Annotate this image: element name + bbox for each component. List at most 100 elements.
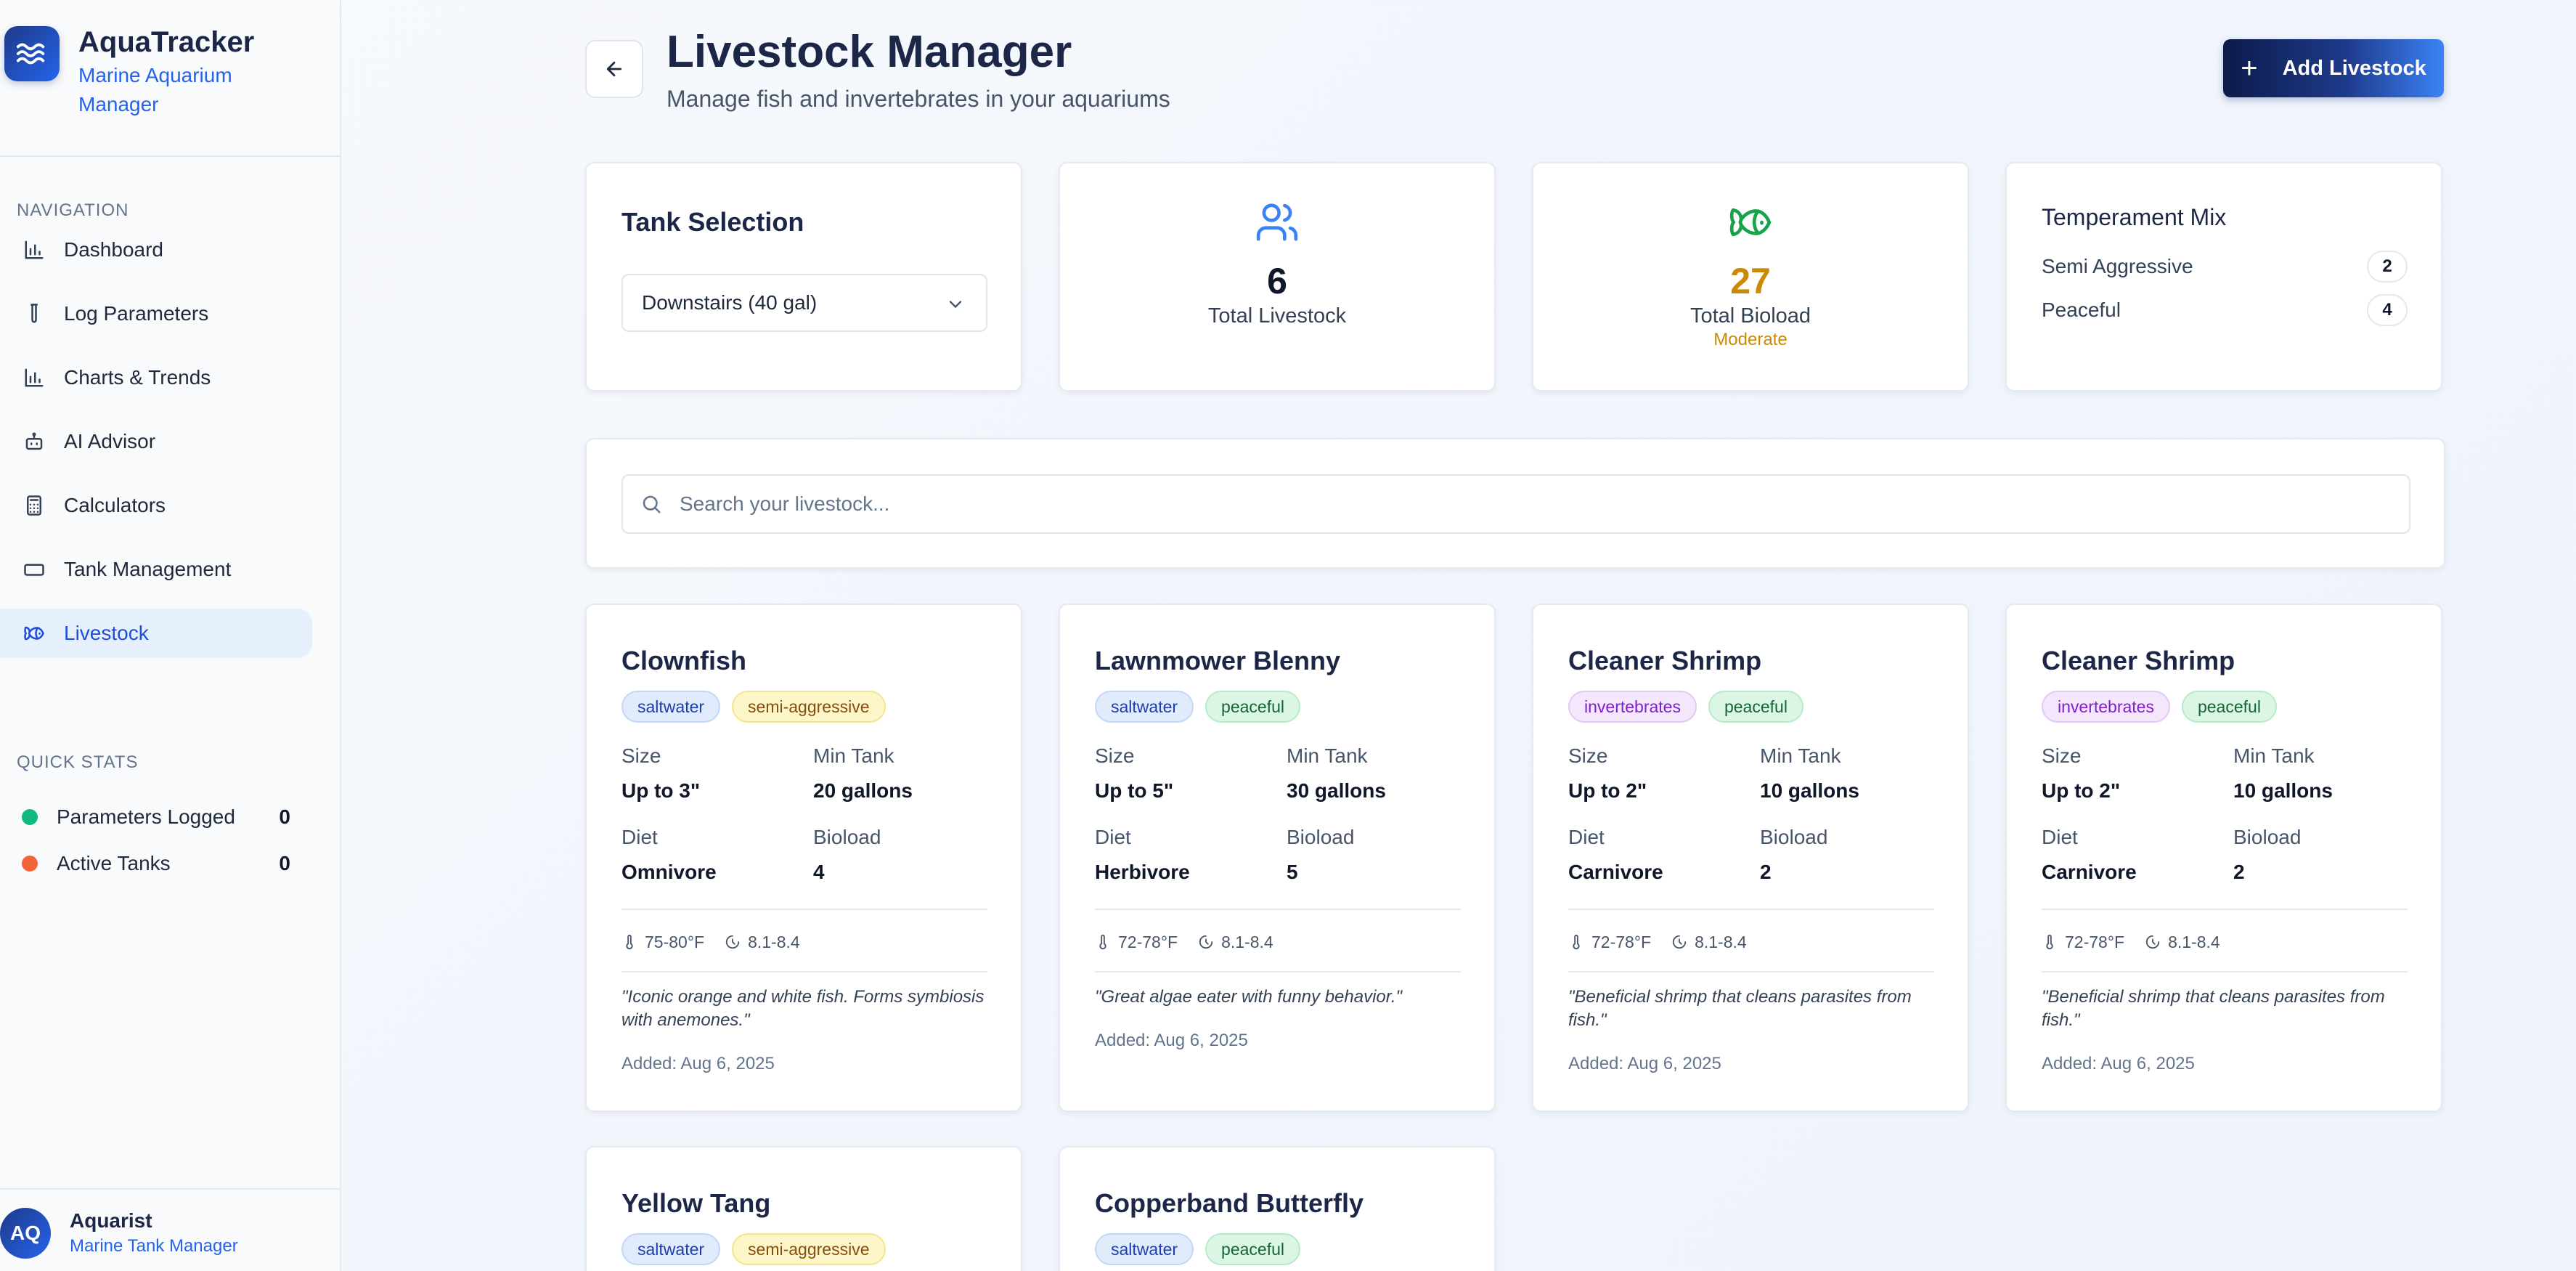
- search-icon: [643, 495, 661, 513]
- thermometer-icon: [621, 934, 637, 950]
- sidebar-item-tank-management[interactable]: Tank Management: [0, 545, 312, 594]
- bioload-label: Bioload: [1760, 826, 1828, 848]
- added-date: Added: Aug 6, 2025: [2042, 1054, 2195, 1073]
- livestock-card[interactable]: Cleaner Shrimp invertebrates peaceful Si…: [1532, 604, 1969, 1112]
- livestock-card[interactable]: Copperband Butterfly saltwater peaceful: [1059, 1146, 1496, 1271]
- ph-icon: [725, 934, 741, 950]
- diet-value: Carnivore: [1568, 861, 1663, 883]
- diet-value: Omnivore: [621, 861, 717, 883]
- sidebar-item-calculators[interactable]: Calculators: [0, 481, 312, 530]
- user-role: Marine Tank Manager: [70, 1236, 238, 1256]
- diet-value: Herbivore: [1095, 861, 1190, 883]
- type-badge: saltwater: [1095, 691, 1194, 723]
- sidebar-item-dashboard[interactable]: Dashboard: [0, 225, 312, 275]
- sidebar: AquaTracker Marine Aquarium Manager NAVI…: [0, 0, 341, 1271]
- bioload-value: 2: [2233, 861, 2245, 883]
- main-nav: Dashboard Log Parameters Charts & Trends…: [0, 225, 312, 673]
- sidebar-item-charts[interactable]: Charts & Trends: [0, 353, 312, 402]
- status-dot: [22, 809, 38, 825]
- brand-subtitle: Marine Aquarium Manager: [78, 64, 232, 115]
- test-tube-icon: [22, 301, 46, 326]
- total-bioload-value: 27: [1730, 261, 1771, 301]
- sidebar-item-label: Dashboard: [64, 238, 163, 261]
- type-badge: saltwater: [621, 1233, 721, 1265]
- tank-selection-title: Tank Selection: [621, 207, 804, 237]
- ph-range: 8.1-8.4: [748, 932, 800, 951]
- temperament-card: Temperament Mix Semi Aggressive 2 Peacef…: [2005, 162, 2442, 391]
- min-tank-value: 30 gallons: [1287, 779, 1386, 802]
- ph-range: 8.1-8.4: [2168, 932, 2220, 951]
- livestock-card[interactable]: Clownfish saltwater semi-aggressive Size…: [585, 604, 1022, 1112]
- ph-icon: [1198, 934, 1214, 950]
- divider: [621, 909, 987, 910]
- search-box[interactable]: [621, 474, 2410, 534]
- livestock-notes: "Beneficial shrimp that cleans parasites…: [2042, 987, 2385, 1030]
- avatar: AQ: [0, 1208, 51, 1259]
- bioload-label: Bioload: [1287, 826, 1355, 848]
- brand-name: AquaTracker: [78, 26, 255, 58]
- temperature-range: 72-78°F: [1591, 932, 1652, 951]
- brand[interactable]: AquaTracker Marine Aquarium Manager: [4, 26, 282, 119]
- environment-row: 72-78°F 8.1-8.4: [2042, 927, 2220, 957]
- ph-range: 8.1-8.4: [1221, 932, 1273, 951]
- min-tank-label: Min Tank: [813, 744, 894, 767]
- temperament-title: Temperament Mix: [2042, 204, 2227, 230]
- sidebar-item-ai-advisor[interactable]: AI Advisor: [0, 417, 312, 466]
- temperament-badge: peaceful: [1205, 1233, 1301, 1265]
- quick-stat-parameters: Parameters Logged 0: [22, 803, 290, 832]
- tank-select[interactable]: Downstairs (40 gal): [621, 274, 987, 332]
- bioload-label: Bioload: [2233, 826, 2302, 848]
- temperament-badge: peaceful: [2181, 691, 2277, 723]
- bioload-status: Moderate: [1713, 330, 1788, 349]
- livestock-card[interactable]: Yellow Tang saltwater semi-aggressive: [585, 1146, 1022, 1271]
- livestock-card[interactable]: Lawnmower Blenny saltwater peaceful Size…: [1059, 604, 1496, 1112]
- quick-stat-value: 0: [279, 852, 290, 874]
- environment-row: 72-78°F 8.1-8.4: [1568, 927, 1747, 957]
- quick-stat-label: Active Tanks: [57, 852, 171, 874]
- min-tank-label: Min Tank: [2233, 744, 2315, 767]
- search-input[interactable]: [680, 492, 2349, 516]
- divider: [2042, 909, 2408, 910]
- tank-select-value: Downstairs (40 gal): [642, 291, 818, 314]
- user-profile[interactable]: AQ Aquarist Marine Tank Manager: [0, 1208, 238, 1259]
- livestock-name: Cleaner Shrimp: [1568, 646, 1762, 675]
- size-label: Size: [1095, 744, 1135, 767]
- diet-label: Diet: [621, 826, 658, 848]
- size-value: Up to 5": [1095, 779, 1174, 802]
- temperament-label: Semi Aggressive: [2042, 255, 2193, 277]
- added-date: Added: Aug 6, 2025: [1568, 1054, 1721, 1073]
- calculator-icon: [22, 493, 46, 518]
- diet-value: Carnivore: [2042, 861, 2137, 883]
- add-livestock-label: Add Livestock: [2282, 56, 2426, 80]
- temperament-label: Peaceful: [2042, 299, 2121, 321]
- livestock-notes: "Great algae eater with funny behavior.": [1095, 987, 1403, 1007]
- temperament-badge: peaceful: [1205, 691, 1301, 723]
- temperament-badge: semi-aggressive: [732, 1233, 886, 1265]
- nav-section-label: NAVIGATION: [17, 200, 129, 220]
- bar-chart-icon: [22, 237, 46, 262]
- thermometer-icon: [1095, 934, 1111, 950]
- chevron-down-icon: [949, 301, 962, 309]
- min-tank-value: 20 gallons: [813, 779, 913, 802]
- add-livestock-button[interactable]: + Add Livestock: [2223, 39, 2444, 97]
- plus-icon: +: [2241, 52, 2258, 84]
- sidebar-item-label: Tank Management: [64, 558, 232, 580]
- temperament-badge: semi-aggressive: [732, 691, 886, 723]
- size-label: Size: [2042, 744, 2082, 767]
- ph-range: 8.1-8.4: [1695, 932, 1747, 951]
- sidebar-item-label: Log Parameters: [64, 302, 209, 325]
- livestock-name: Cleaner Shrimp: [2042, 646, 2235, 675]
- min-tank-value: 10 gallons: [1760, 779, 1859, 802]
- livestock-name: Clownfish: [621, 646, 746, 675]
- back-button[interactable]: [585, 40, 643, 98]
- quick-stat-label: Parameters Logged: [57, 805, 235, 828]
- sidebar-item-livestock[interactable]: Livestock: [0, 609, 312, 658]
- ph-icon: [2145, 934, 2161, 950]
- livestock-card[interactable]: Cleaner Shrimp invertebrates peaceful Si…: [2005, 604, 2442, 1112]
- livestock-name: Yellow Tang: [621, 1188, 771, 1218]
- environment-row: 72-78°F 8.1-8.4: [1095, 927, 1273, 957]
- total-bioload-label: Total Bioload: [1690, 304, 1811, 328]
- temperament-count: 2: [2367, 251, 2408, 283]
- sidebar-item-log-parameters[interactable]: Log Parameters: [0, 289, 312, 338]
- added-date: Added: Aug 6, 2025: [621, 1054, 775, 1073]
